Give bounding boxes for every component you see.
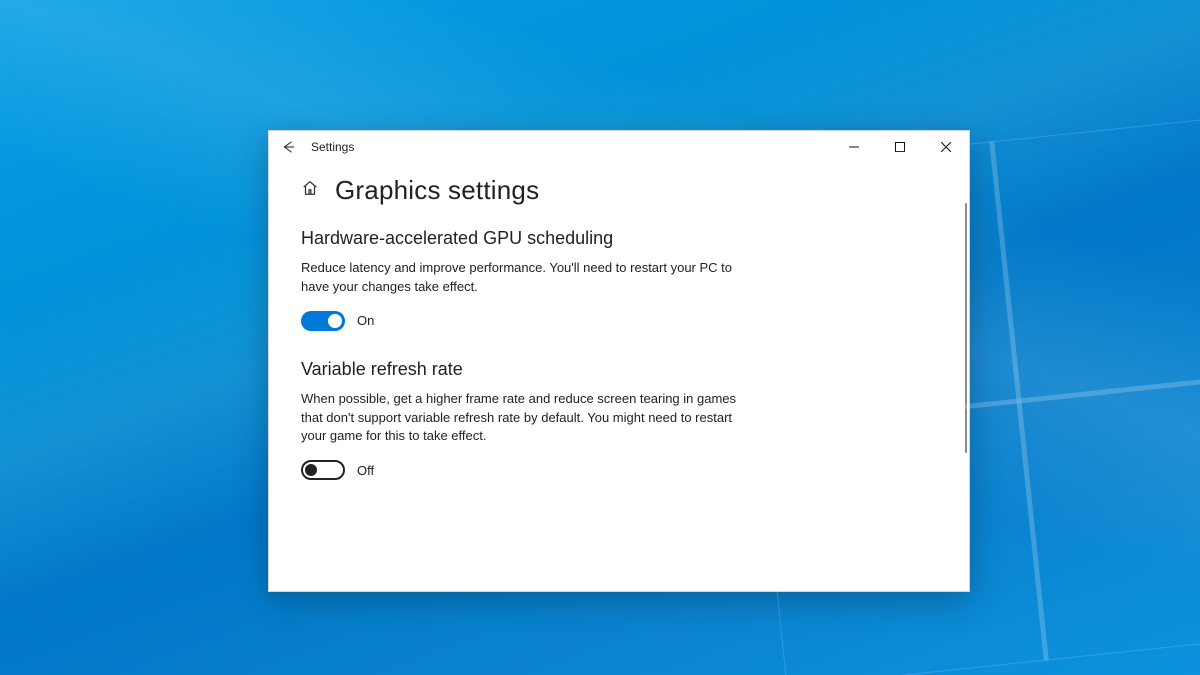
home-icon[interactable] [301, 179, 319, 202]
gpu-scheduling-toggle-label: On [357, 313, 374, 328]
settings-window: Settings [268, 130, 970, 592]
variable-refresh-section: Variable refresh rate When possible, get… [301, 359, 741, 481]
gpu-scheduling-title: Hardware-accelerated GPU scheduling [301, 228, 741, 249]
settings-content: Graphics settings Hardware-accelerated G… [269, 163, 969, 591]
desktop-background: Settings [0, 0, 1200, 675]
variable-refresh-toggle[interactable] [301, 460, 345, 480]
window-controls [831, 131, 969, 163]
back-icon[interactable] [281, 140, 295, 154]
maximize-button[interactable] [877, 131, 923, 163]
window-titlebar[interactable]: Settings [269, 131, 969, 163]
gpu-scheduling-section: Hardware-accelerated GPU scheduling Redu… [301, 228, 741, 331]
titlebar-left: Settings [269, 131, 831, 163]
window-title: Settings [311, 140, 354, 154]
scrollbar-thumb[interactable] [965, 203, 967, 453]
minimize-button[interactable] [831, 131, 877, 163]
close-button[interactable] [923, 131, 969, 163]
gpu-scheduling-toggle-row: On [301, 311, 741, 331]
variable-refresh-description: When possible, get a higher frame rate a… [301, 390, 741, 447]
gpu-scheduling-description: Reduce latency and improve performance. … [301, 259, 741, 297]
gpu-scheduling-toggle[interactable] [301, 311, 345, 331]
variable-refresh-toggle-row: Off [301, 460, 741, 480]
variable-refresh-title: Variable refresh rate [301, 359, 741, 380]
page-header: Graphics settings [301, 175, 937, 206]
toggle-knob [305, 464, 317, 476]
toggle-knob [328, 314, 342, 328]
variable-refresh-toggle-label: Off [357, 463, 374, 478]
page-title: Graphics settings [335, 175, 539, 206]
